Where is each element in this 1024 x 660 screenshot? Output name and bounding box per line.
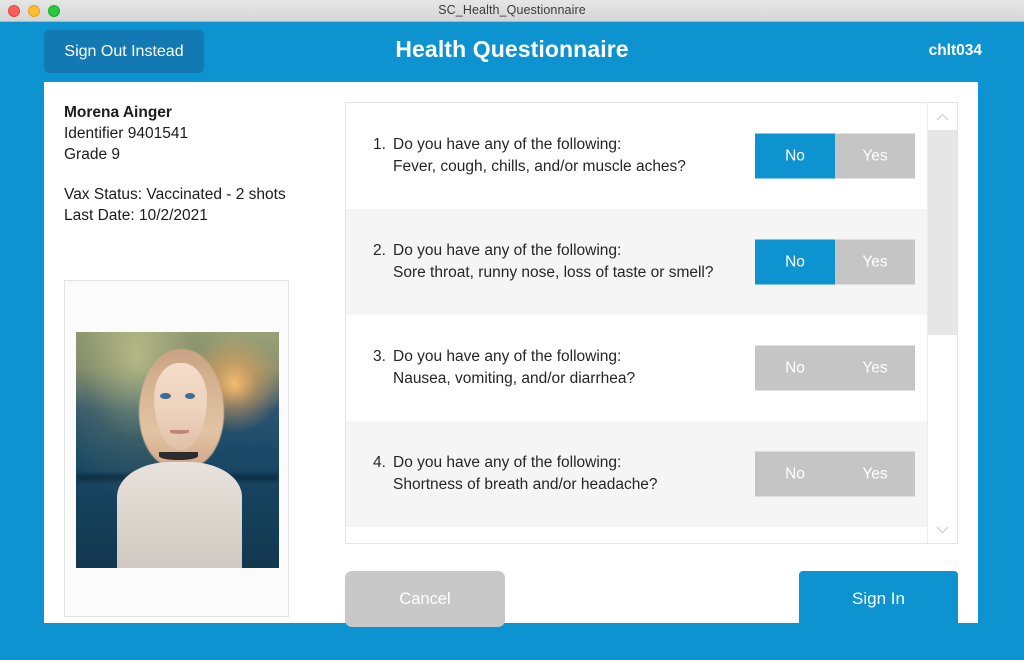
question-text: 2. Do you have any of the following: Sore …: [373, 240, 714, 284]
question-prompt: Do you have any of the following:: [393, 454, 622, 471]
answer-option-no[interactable]: No: [755, 345, 835, 391]
question-prompt: Do you have any of the following:: [393, 136, 622, 153]
content-card: Morena Ainger Identifier 9401541 Grade 9…: [44, 82, 978, 627]
question-number: 3.: [373, 348, 386, 365]
question-text: 3. Do you have any of the following: Nause…: [373, 346, 635, 390]
chevron-down-icon[interactable]: [928, 516, 957, 543]
question-row: 3. Do you have any of the following: Nause…: [346, 315, 957, 421]
question-text: 1. Do you have any of the following: Fever…: [373, 134, 686, 178]
answer-toggle: No Yes: [755, 451, 915, 497]
scrollbar-thumb[interactable]: [928, 130, 957, 335]
question-detail: Shortness of breath and/or headache?: [393, 476, 658, 493]
student-photo-card: [64, 280, 289, 617]
answer-option-yes[interactable]: Yes: [835, 451, 915, 497]
photo-mouth: [170, 429, 189, 434]
app-header: Sign Out Instead Health Questionnaire ch…: [0, 22, 1024, 82]
question-body: Do you have any of the following: Nausea,…: [393, 346, 635, 390]
question-number: 1.: [373, 136, 386, 153]
cancel-button[interactable]: Cancel: [345, 571, 505, 627]
answer-option-yes[interactable]: Yes: [835, 239, 915, 285]
page-title: Health Questionnaire: [395, 36, 629, 62]
question-detail: Sore throat, runny nose, loss of taste o…: [393, 264, 714, 281]
student-name: Morena Ainger: [64, 104, 172, 121]
student-info: Morena Ainger Identifier 9401541 Grade 9…: [64, 102, 344, 226]
question-detail: Nausea, vomiting, and/or diarrhea?: [393, 370, 636, 387]
question-number: 4.: [373, 454, 386, 471]
user-identifier-label: chlt034: [928, 42, 982, 59]
student-identifier: Identifier 9401541: [64, 125, 189, 142]
answer-option-no[interactable]: No: [755, 239, 835, 285]
answer-toggle: No Yes: [755, 345, 915, 391]
question-prompt: Do you have any of the following:: [393, 242, 622, 259]
chevron-up-icon[interactable]: [928, 103, 957, 130]
question-text: 4. Do you have any of the following: Short…: [373, 452, 658, 496]
question-row: 2. Do you have any of the following: Sore …: [346, 209, 957, 315]
app-window: SC_Health_Questionnaire Sign Out Instead…: [0, 0, 1024, 660]
answer-option-yes[interactable]: Yes: [835, 345, 915, 391]
photo-shirt: [116, 461, 243, 568]
answer-toggle: No Yes: [755, 133, 915, 179]
window-title: SC_Health_Questionnaire: [438, 3, 586, 17]
question-detail: Fever, cough, chills, and/or muscle ache…: [393, 158, 686, 175]
question-body: Do you have any of the following: Shortne…: [393, 452, 658, 496]
answer-option-yes[interactable]: Yes: [835, 133, 915, 179]
student-vax-status: Vax Status: Vaccinated - 2 shots: [64, 186, 286, 203]
app-body: Sign Out Instead Health Questionnaire ch…: [0, 22, 1024, 660]
questionnaire-scrollbar[interactable]: [927, 103, 957, 543]
answer-option-no[interactable]: No: [755, 451, 835, 497]
student-portrait-image: [76, 332, 279, 568]
student-last-date: Last Date: 10/2/2021: [64, 207, 208, 224]
question-body: Do you have any of the following: Sore th…: [393, 240, 714, 284]
question-row: 1. Do you have any of the following: Fever…: [346, 103, 957, 209]
questionnaire-panel: 1. Do you have any of the following: Fever…: [345, 102, 958, 544]
sign-in-button[interactable]: Sign In: [799, 571, 958, 627]
student-grade: Grade 9: [64, 146, 121, 163]
answer-option-no[interactable]: No: [755, 133, 835, 179]
question-row: 4. Do you have any of the following: Short…: [346, 421, 957, 527]
question-prompt: Do you have any of the following:: [393, 348, 622, 365]
titlebar: SC_Health_Questionnaire: [0, 0, 1024, 22]
answer-toggle: No Yes: [755, 239, 915, 285]
question-body: Do you have any of the following: Fever, …: [393, 134, 686, 178]
question-number: 2.: [373, 242, 386, 259]
